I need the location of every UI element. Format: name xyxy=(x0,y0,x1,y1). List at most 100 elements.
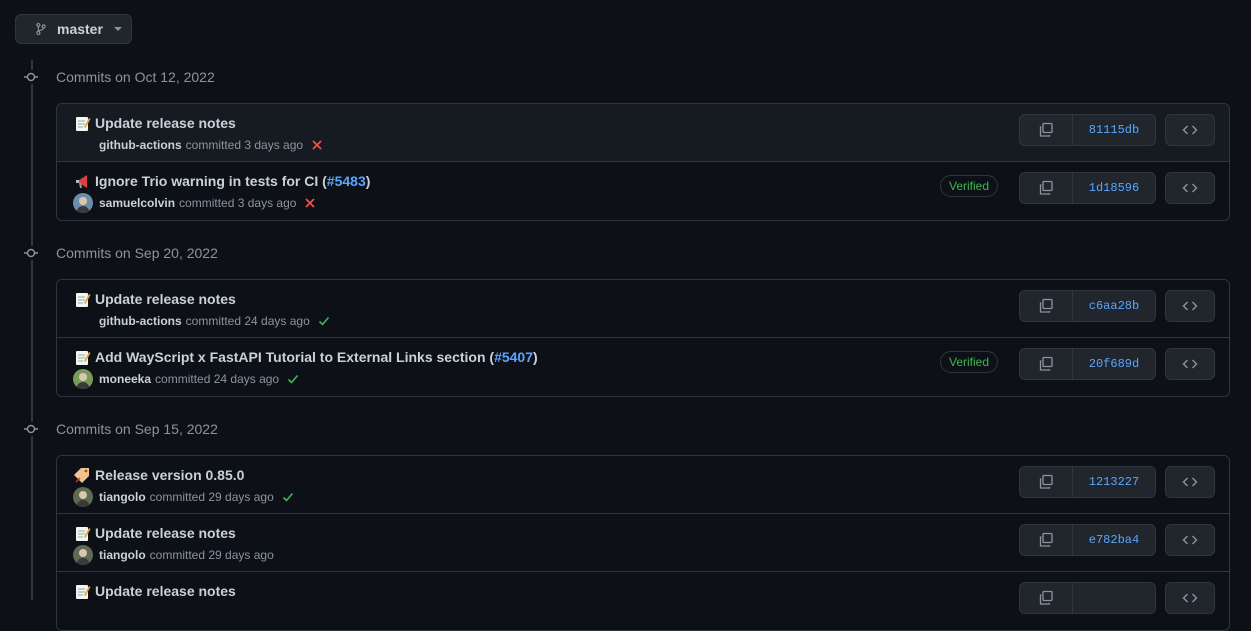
commit-message: Update release notes xyxy=(95,525,236,541)
author-link[interactable]: tiangolo xyxy=(99,548,146,562)
x-icon[interactable] xyxy=(304,197,316,209)
day-title: Commits on Sep 20, 2022 xyxy=(56,245,218,261)
bookmark-tag-icon xyxy=(74,467,91,484)
commit-message-link[interactable]: Ignore Trio warning in tests for CI (#54… xyxy=(95,173,370,189)
copy-icon xyxy=(1038,474,1054,490)
browse-repo-button[interactable] xyxy=(1165,172,1215,204)
code-icon xyxy=(1182,590,1198,606)
commit-message-suffix: ) xyxy=(365,173,371,189)
copy-sha-button[interactable] xyxy=(1020,525,1073,555)
commit-meta: tiangolo committed 29 days ago xyxy=(99,548,274,562)
commit-sha-link[interactable]: 20f689d xyxy=(1073,349,1155,379)
timeline-line xyxy=(31,60,33,600)
commit-meta: tiangolo committed 29 days ago xyxy=(99,490,294,504)
commit-message-link[interactable]: Release version 0.85.0 xyxy=(95,467,244,483)
commit-row: Update release notes xyxy=(57,572,1229,630)
commit-message: Add WayScript x FastAPI Tutorial to Exte… xyxy=(95,349,495,365)
commit-sha-link[interactable]: 81115db xyxy=(1073,115,1155,145)
day-header: Commits on Sep 20, 2022 xyxy=(24,243,218,263)
memo-icon xyxy=(74,349,91,366)
pull-request-link[interactable]: #5407 xyxy=(494,349,533,365)
commit-message: Release version 0.85.0 xyxy=(95,467,245,483)
commit-message: Update release notes xyxy=(95,291,236,307)
git-commit-icon xyxy=(24,70,38,84)
commit-message-link[interactable]: Update release notes xyxy=(95,525,236,541)
commit-meta: github-actions committed 3 days ago xyxy=(99,138,323,152)
copy-sha-button[interactable] xyxy=(1020,115,1073,145)
copy-sha-button[interactable] xyxy=(1020,173,1073,203)
commit-sha-link[interactable]: 1213227 xyxy=(1073,467,1155,497)
check-icon[interactable] xyxy=(318,315,330,327)
commit-row: Release version 0.85.0 tiangolo committed … xyxy=(57,456,1229,514)
commit-message-link[interactable]: Update release notes xyxy=(95,291,236,307)
author-avatar[interactable] xyxy=(73,369,93,389)
commit-sha-link[interactable]: 1d18596 xyxy=(1073,173,1155,203)
code-icon xyxy=(1182,356,1198,372)
commit-row: Add WayScript x FastAPI Tutorial to Exte… xyxy=(57,338,1229,396)
sha-button-group: c6aa28b xyxy=(1019,290,1156,322)
commit-time: committed 24 days ago xyxy=(155,372,280,386)
code-icon xyxy=(1182,298,1198,314)
copy-icon xyxy=(1038,122,1054,138)
commit-time: committed 29 days ago xyxy=(149,490,274,504)
memo-icon xyxy=(74,525,91,542)
author-link[interactable]: github-actions xyxy=(99,138,182,152)
browse-repo-button[interactable] xyxy=(1165,582,1215,614)
author-avatar[interactable] xyxy=(73,545,93,565)
commit-row: Update release notes github-actions commit… xyxy=(57,280,1229,338)
browse-repo-button[interactable] xyxy=(1165,524,1215,556)
check-icon[interactable] xyxy=(282,491,294,503)
browse-repo-button[interactable] xyxy=(1165,114,1215,146)
browse-repo-button[interactable] xyxy=(1165,466,1215,498)
copy-icon xyxy=(1038,356,1054,372)
commit-message-link[interactable]: Add WayScript x FastAPI Tutorial to Exte… xyxy=(95,349,538,365)
code-icon xyxy=(1182,532,1198,548)
day-header: Commits on Oct 12, 2022 xyxy=(24,67,215,87)
commit-time: committed 24 days ago xyxy=(185,314,310,328)
sha-button-group xyxy=(1019,582,1156,614)
author-link[interactable]: samuelcolvin xyxy=(99,196,175,210)
branch-select-button[interactable]: master xyxy=(15,14,132,44)
author-link[interactable]: github-actions xyxy=(99,314,182,328)
branch-label: master xyxy=(57,21,103,37)
commit-meta: moneeka committed 24 days ago xyxy=(99,372,299,386)
commit-meta: github-actions committed 24 days ago xyxy=(99,314,330,328)
author-link[interactable]: tiangolo xyxy=(99,490,146,504)
commit-sha-link[interactable] xyxy=(1073,583,1155,613)
copy-icon xyxy=(1038,590,1054,606)
pull-request-link[interactable]: #5483 xyxy=(327,173,366,189)
code-icon xyxy=(1182,122,1198,138)
author-avatar[interactable] xyxy=(73,487,93,507)
author-avatar[interactable] xyxy=(73,193,93,213)
copy-sha-button[interactable] xyxy=(1020,467,1073,497)
code-icon xyxy=(1182,180,1198,196)
commit-row: Ignore Trio warning in tests for CI (#54… xyxy=(57,162,1229,220)
commit-sha-link[interactable]: c6aa28b xyxy=(1073,291,1155,321)
copy-sha-button[interactable] xyxy=(1020,349,1073,379)
commit-time: committed 29 days ago xyxy=(149,548,274,562)
copy-icon xyxy=(1038,532,1054,548)
commit-time: committed 3 days ago xyxy=(185,138,304,152)
copy-sha-button[interactable] xyxy=(1020,583,1073,613)
verified-badge[interactable]: Verified xyxy=(940,175,999,197)
check-icon[interactable] xyxy=(287,373,299,385)
day-title: Commits on Oct 12, 2022 xyxy=(56,69,215,85)
author-link[interactable]: moneeka xyxy=(99,372,151,386)
caret-down-icon xyxy=(113,27,122,31)
commit-time: committed 3 days ago xyxy=(179,196,297,210)
commit-sha-link[interactable]: e782ba4 xyxy=(1073,525,1155,555)
code-icon xyxy=(1182,474,1198,490)
x-icon[interactable] xyxy=(311,139,323,151)
memo-icon xyxy=(74,115,91,132)
browse-repo-button[interactable] xyxy=(1165,290,1215,322)
commit-message-suffix: ) xyxy=(533,349,538,365)
copy-sha-button[interactable] xyxy=(1020,291,1073,321)
browse-repo-button[interactable] xyxy=(1165,348,1215,380)
day-title: Commits on Sep 15, 2022 xyxy=(56,421,218,437)
git-commit-icon xyxy=(24,246,38,260)
commit-message: Ignore Trio warning in tests for CI ( xyxy=(95,173,327,189)
commit-message-link[interactable]: Update release notes xyxy=(95,583,236,599)
verified-badge[interactable]: Verified xyxy=(940,351,999,373)
commit-message-link[interactable]: Update release notes xyxy=(95,115,236,131)
commit-message: Update release notes xyxy=(95,115,236,131)
